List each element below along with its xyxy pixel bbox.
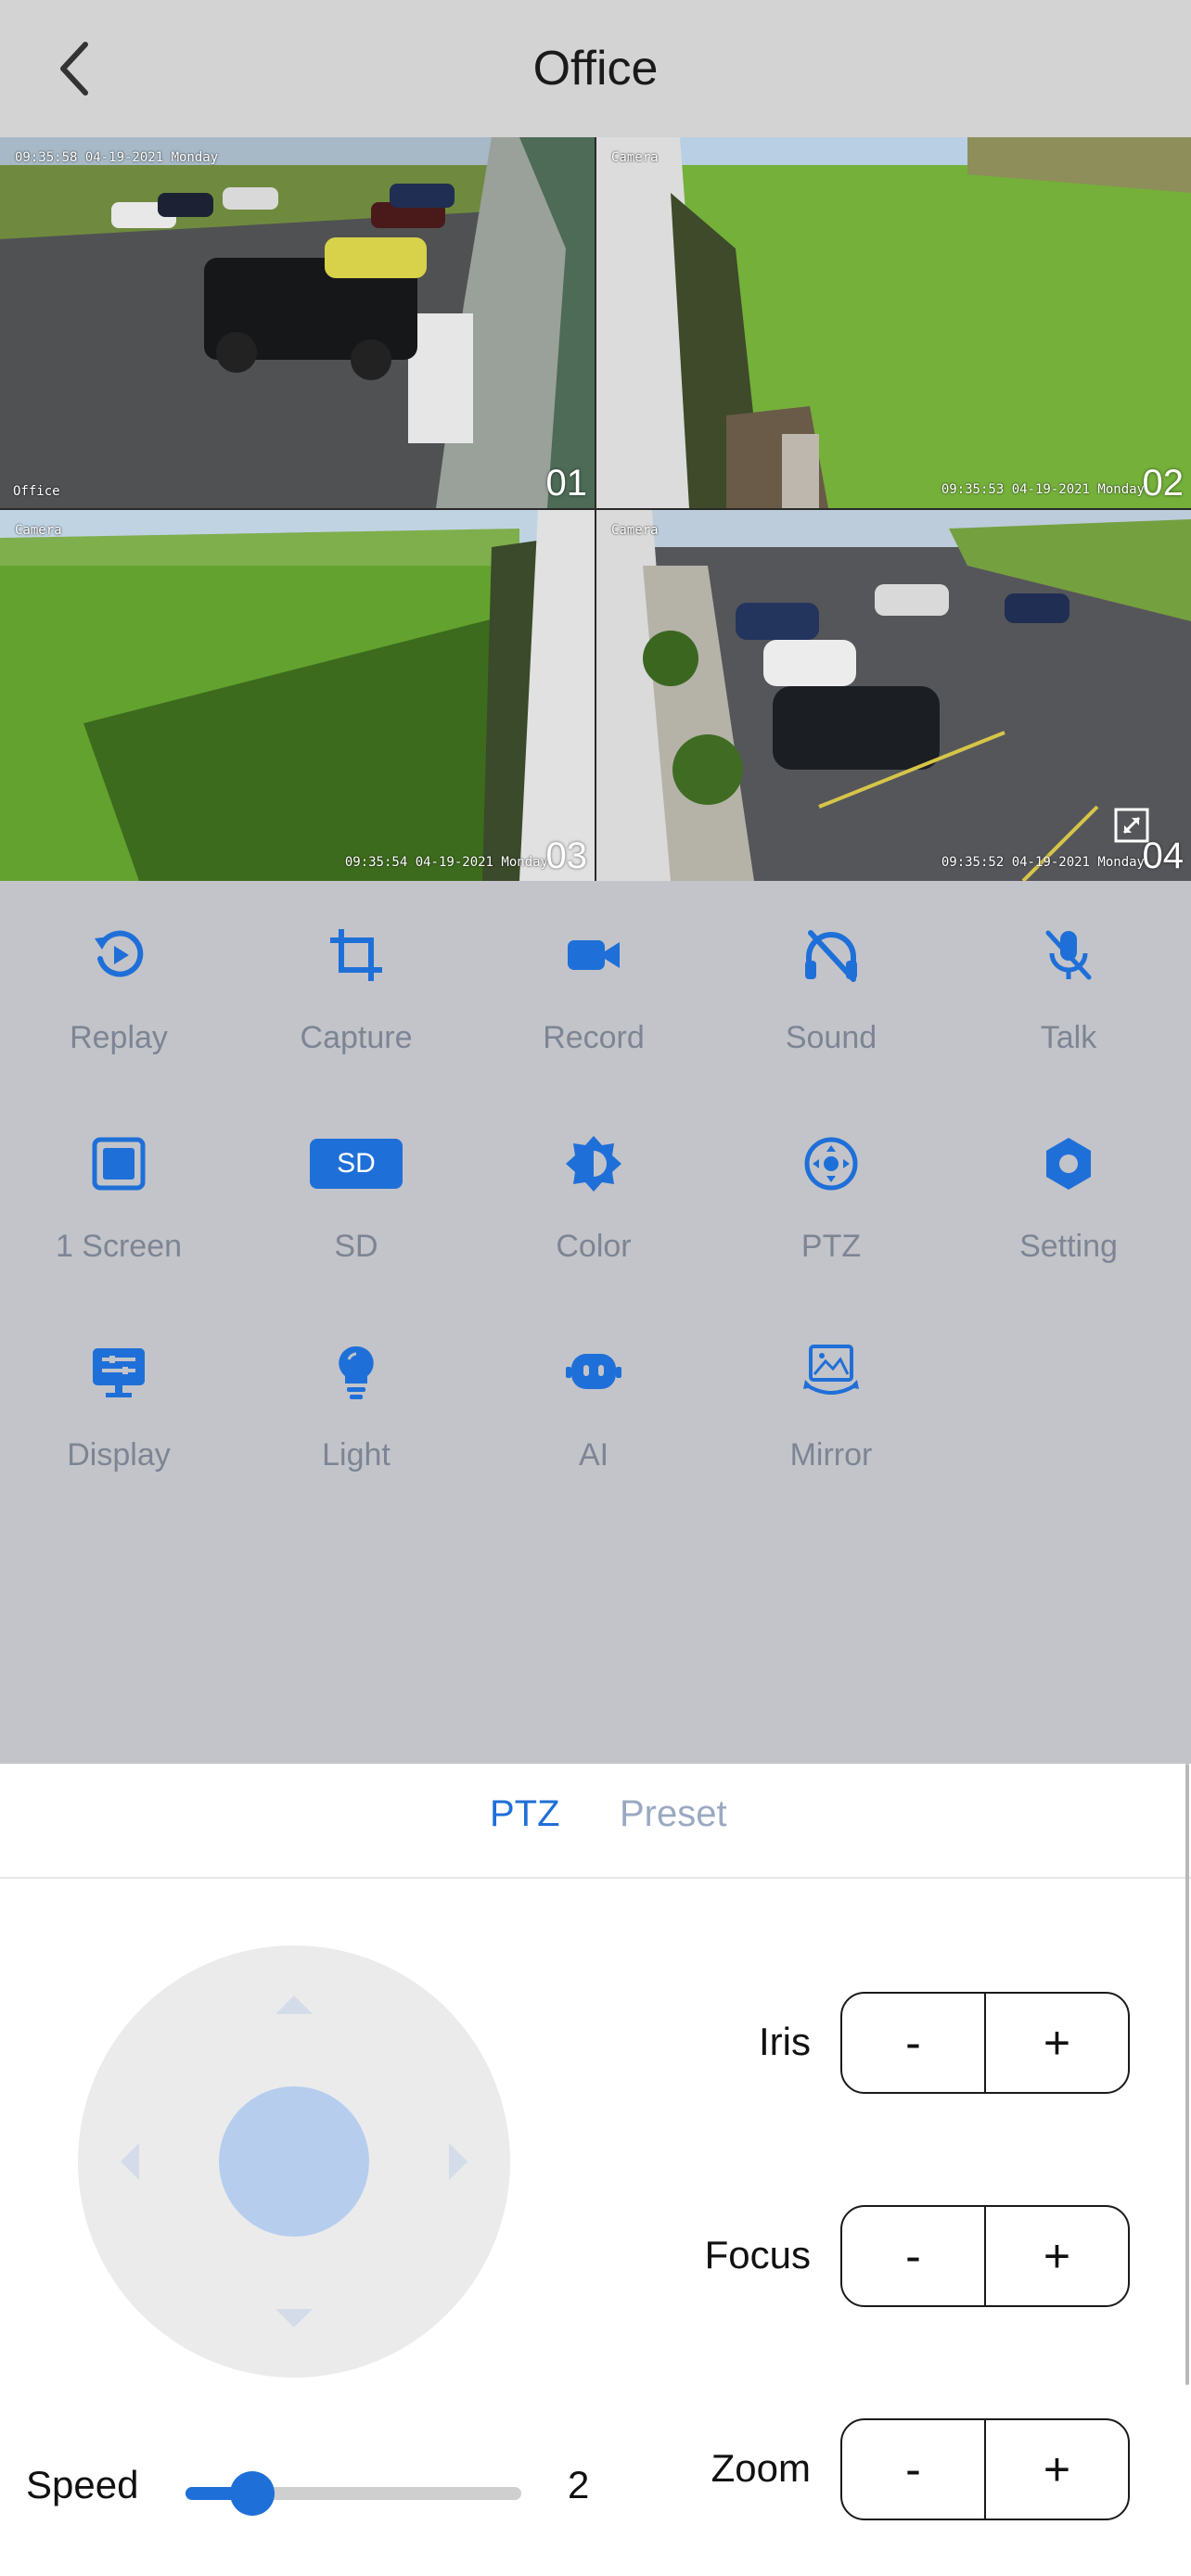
camera-tile-01[interactable]: 09:35:58 04-19-2021 Monday Office 01 (0, 137, 595, 508)
ptz-button[interactable]: PTZ (712, 1090, 950, 1275)
brightness-icon (560, 1130, 627, 1197)
zoom-stepper: - + (840, 2418, 1130, 2520)
gear-icon (1035, 1130, 1102, 1197)
control-label: Capture (300, 1020, 413, 1055)
sound-off-icon (798, 922, 864, 988)
control-label: Replay (70, 1020, 168, 1055)
camera-osd-name: Camera (611, 523, 659, 538)
ptz-joystick[interactable] (78, 1945, 510, 2378)
sd-button[interactable]: SD SD (237, 1090, 475, 1275)
crop-icon (323, 922, 390, 988)
control-label: 1 Screen (55, 1229, 183, 1264)
camera-osd-timestamp: 09:35:52 04-19-2021 Monday (941, 855, 1145, 870)
mirror-icon (798, 1339, 864, 1406)
sheet-tabs: PTZ Preset (0, 1764, 1191, 1879)
control-label: Display (67, 1437, 171, 1473)
focus-minus-button[interactable]: - (842, 2207, 986, 2305)
speed-slider-thumb[interactable] (230, 2471, 275, 2516)
tab-ptz[interactable]: PTZ (490, 1793, 560, 1835)
talk-button[interactable]: Talk (950, 881, 1187, 1066)
camera-number: 04 (1142, 835, 1185, 876)
camera-feed-image (596, 137, 1191, 508)
camera-osd-timestamp: 09:35:54 04-19-2021 Monday (344, 855, 548, 870)
camera-number: 01 (545, 463, 588, 504)
record-button[interactable]: Record (475, 881, 712, 1066)
camera-feed-image (0, 510, 595, 881)
camera-feed-image (0, 137, 595, 508)
control-label: Talk (1040, 1020, 1097, 1055)
iris-label: Iris (759, 2020, 811, 2063)
arrow-down-icon[interactable] (275, 2309, 313, 2327)
lightbulb-icon (323, 1339, 390, 1406)
camera-number: 02 (1142, 463, 1185, 504)
arrow-right-icon[interactable] (449, 2143, 467, 2180)
iris-minus-button[interactable]: - (842, 1994, 986, 2092)
replay-button[interactable]: Replay (0, 881, 237, 1066)
sd-card-icon: SD (308, 1130, 404, 1197)
camera-tile-02[interactable]: Camera 09:35:53 04-19-2021 Monday 02 (596, 137, 1191, 508)
control-panel: Replay Capture Record Sound Talk 1 Scree… (0, 881, 1191, 1764)
zoom-minus-button[interactable]: - (842, 2420, 986, 2519)
chevron-left-icon (60, 42, 88, 96)
camera-osd-name: Office (13, 484, 60, 499)
speed-slider[interactable] (186, 2471, 521, 2516)
focus-stepper: - + (840, 2205, 1130, 2307)
camera-osd-timestamp: 09:35:58 04-19-2021 Monday (15, 150, 219, 165)
setting-button[interactable]: Setting (950, 1090, 1187, 1275)
focus-label: Focus (704, 2233, 811, 2276)
capture-button[interactable]: Capture (237, 881, 475, 1066)
joystick-handle[interactable] (219, 2086, 369, 2237)
control-label: PTZ (800, 1229, 862, 1264)
iris-plus-button[interactable]: + (986, 1994, 1128, 2092)
video-camera-icon (560, 922, 627, 988)
focus-plus-button[interactable]: + (986, 2207, 1128, 2305)
ai-button[interactable]: AI (475, 1298, 712, 1484)
replay-icon (85, 922, 152, 988)
camera-osd-timestamp: 09:35:53 04-19-2021 Monday (941, 482, 1145, 497)
camera-tile-03[interactable]: Camera 09:35:54 04-19-2021 Monday 03 (0, 510, 595, 881)
arrow-left-icon[interactable] (121, 2143, 139, 2180)
camera-feed-image (596, 510, 1191, 881)
page-title: Office (532, 42, 659, 96)
speed-label: Speed (26, 2463, 139, 2506)
sd-badge: SD (310, 1139, 403, 1189)
arrow-up-icon[interactable] (275, 1996, 313, 2014)
control-label: Sound (785, 1020, 877, 1055)
display-icon (85, 1339, 152, 1406)
control-label: Setting (1019, 1229, 1118, 1264)
scrollbar[interactable] (1185, 1764, 1189, 2385)
mirror-button[interactable]: Mirror (712, 1298, 950, 1484)
zoom-plus-button[interactable]: + (986, 2420, 1128, 2519)
ptz-sheet: PTZ Preset Iris - + Focus - + Zoom - + S… (0, 1764, 1191, 2576)
speed-value: 2 (568, 2463, 590, 2506)
camera-tile-04[interactable]: Camera 09:35:52 04-19-2021 Monday 04 (596, 510, 1191, 881)
mic-off-icon (1035, 922, 1102, 988)
tab-preset[interactable]: Preset (620, 1793, 727, 1835)
color-button[interactable]: Color (475, 1090, 712, 1275)
single-screen-button[interactable]: 1 Screen (0, 1090, 237, 1275)
sound-button[interactable]: Sound (712, 881, 950, 1066)
control-label: AI (578, 1437, 609, 1473)
camera-osd-name: Camera (611, 150, 659, 165)
camera-number: 03 (545, 835, 588, 876)
control-label: Mirror (789, 1437, 873, 1473)
control-label: Light (322, 1437, 391, 1473)
camera-osd-name: Camera (15, 523, 62, 538)
back-button[interactable] (37, 28, 111, 109)
control-label: Color (556, 1229, 632, 1264)
iris-stepper: - + (840, 1992, 1130, 2094)
app-header: Office (0, 0, 1191, 137)
camera-grid: 09:35:58 04-19-2021 Monday Office 01 Cam… (0, 137, 1191, 881)
control-label: Record (543, 1020, 645, 1055)
ai-robot-icon (560, 1339, 627, 1406)
light-button[interactable]: Light (237, 1298, 475, 1484)
ptz-icon (798, 1130, 864, 1197)
display-button[interactable]: Display (0, 1298, 237, 1484)
zoom-label: Zoom (711, 2446, 811, 2490)
control-label: SD (334, 1229, 378, 1264)
single-screen-icon (85, 1130, 152, 1197)
